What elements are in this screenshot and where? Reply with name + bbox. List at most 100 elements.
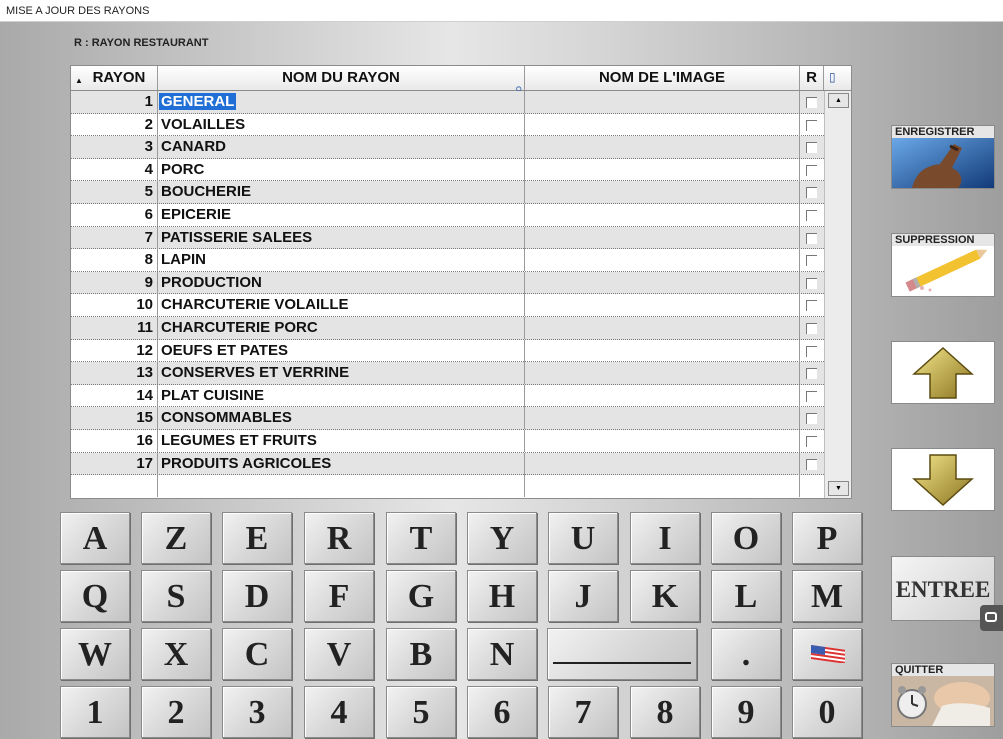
- image-name[interactable]: [525, 181, 800, 204]
- image-name[interactable]: [525, 226, 800, 249]
- r-checkbox[interactable]: [806, 458, 817, 470]
- key-0[interactable]: 0: [792, 686, 862, 738]
- key-w[interactable]: W: [60, 628, 130, 680]
- rayon-name[interactable]: GENERAL: [158, 91, 525, 113]
- image-name[interactable]: [525, 429, 800, 452]
- image-name[interactable]: [525, 136, 800, 159]
- table-row[interactable]: 2 VOLAILLES: [71, 113, 824, 137]
- rayon-name[interactable]: PORC: [158, 158, 525, 181]
- key-e[interactable]: E: [222, 512, 292, 564]
- key-j[interactable]: J: [548, 570, 618, 622]
- key-g[interactable]: G: [386, 570, 456, 622]
- r-checkbox[interactable]: [806, 164, 817, 176]
- r-checkbox-cell[interactable]: [800, 317, 824, 339]
- image-name[interactable]: [525, 407, 800, 430]
- r-checkbox[interactable]: [806, 232, 817, 244]
- image-name[interactable]: [525, 452, 800, 475]
- rayon-name[interactable]: OEUFS ET PATES: [158, 339, 525, 362]
- key-c[interactable]: C: [222, 628, 292, 680]
- table-row[interactable]: 17 PRODUITS AGRICOLES: [71, 452, 824, 476]
- image-name[interactable]: [525, 249, 800, 272]
- r-checkbox[interactable]: [806, 255, 817, 267]
- table-row[interactable]: 6 EPICERIE: [71, 203, 824, 227]
- suppression-button[interactable]: SUPPRESSION: [891, 233, 995, 297]
- key-x[interactable]: X: [141, 628, 211, 680]
- key-a[interactable]: A: [60, 512, 130, 564]
- rayon-name[interactable]: CHARCUTERIE PORC: [158, 316, 525, 339]
- r-checkbox-cell[interactable]: [800, 430, 824, 452]
- key-o[interactable]: O: [711, 512, 781, 564]
- key-4[interactable]: 4: [304, 686, 374, 738]
- r-checkbox[interactable]: [806, 322, 817, 334]
- key-s[interactable]: S: [141, 570, 211, 622]
- r-checkbox[interactable]: [806, 119, 817, 131]
- table-row[interactable]: 15 CONSOMMABLES: [71, 407, 824, 430]
- table-row[interactable]: 3 CANARD: [71, 136, 824, 159]
- table-row[interactable]: 11 CHARCUTERIE PORC: [71, 316, 824, 340]
- key-t[interactable]: T: [386, 512, 456, 564]
- r-checkbox[interactable]: [806, 209, 817, 221]
- r-checkbox-cell[interactable]: [800, 227, 824, 249]
- r-checkbox[interactable]: [806, 435, 817, 447]
- column-header-nom-image[interactable]: NOM DE L'IMAGE: [525, 66, 800, 90]
- r-checkbox-cell[interactable]: [800, 181, 824, 203]
- key-r[interactable]: R: [304, 512, 374, 564]
- key-1[interactable]: 1: [60, 686, 130, 738]
- vertical-scrollbar[interactable]: ▲ ▼: [824, 91, 851, 498]
- rayon-name[interactable]: LEGUMES ET FRUITS: [158, 429, 525, 452]
- key-7[interactable]: 7: [548, 686, 618, 738]
- key-m[interactable]: M: [792, 570, 862, 622]
- column-header-nom-du-rayon[interactable]: NOM DU RAYON ⚲: [158, 66, 525, 95]
- table-row[interactable]: 4 PORC: [71, 158, 824, 182]
- table-row[interactable]: 13 CONSERVES ET VERRINE: [71, 362, 824, 385]
- rayon-table[interactable]: ▲ RAYON NOM DU RAYON ⚲ NOM DE L'IMAGE R …: [70, 65, 852, 499]
- r-checkbox-cell[interactable]: [800, 340, 824, 362]
- key-period[interactable]: .: [711, 628, 781, 680]
- key-h[interactable]: H: [467, 570, 537, 622]
- table-row[interactable]: 10 CHARCUTERIE VOLAILLE: [71, 294, 824, 317]
- key-u[interactable]: U: [548, 512, 618, 564]
- rayon-name[interactable]: CHARCUTERIE VOLAILLE: [158, 294, 525, 317]
- key-q[interactable]: Q: [60, 570, 130, 622]
- r-checkbox-cell[interactable]: [800, 136, 824, 158]
- r-checkbox-cell[interactable]: [800, 204, 824, 226]
- r-checkbox[interactable]: [806, 345, 817, 357]
- rayon-name[interactable]: BOUCHERIE: [158, 181, 525, 204]
- image-name[interactable]: [525, 294, 800, 317]
- key-i[interactable]: I: [630, 512, 700, 564]
- key-n[interactable]: N: [467, 628, 537, 680]
- r-checkbox-cell[interactable]: [800, 294, 824, 316]
- rayon-name[interactable]: LAPIN: [158, 249, 525, 272]
- key-d[interactable]: D: [222, 570, 292, 622]
- key-z[interactable]: Z: [141, 512, 211, 564]
- key-9[interactable]: 9: [711, 686, 781, 738]
- rayon-name[interactable]: CANARD: [158, 136, 525, 159]
- image-name[interactable]: [525, 316, 800, 339]
- table-row[interactable]: 7 PATISSERIE SALEES: [71, 226, 824, 250]
- table-row[interactable]: 16 LEGUMES ET FRUITS: [71, 429, 824, 453]
- key-p[interactable]: P: [792, 512, 862, 564]
- table-row[interactable]: 12 OEUFS ET PATES: [71, 339, 824, 363]
- image-name[interactable]: [525, 271, 800, 294]
- image-name[interactable]: [525, 339, 800, 362]
- r-checkbox-cell[interactable]: [800, 453, 824, 475]
- image-name[interactable]: [525, 203, 800, 226]
- move-down-button[interactable]: [891, 448, 995, 511]
- image-name[interactable]: [525, 362, 800, 385]
- key-b[interactable]: B: [386, 628, 456, 680]
- rayon-name[interactable]: CONSOMMABLES: [158, 407, 525, 430]
- scroll-down-icon[interactable]: ▼: [828, 481, 849, 496]
- image-name[interactable]: [525, 91, 800, 113]
- column-chooser-icon[interactable]: ▯: [829, 70, 836, 84]
- r-checkbox[interactable]: [806, 368, 817, 380]
- rayon-name[interactable]: CONSERVES ET VERRINE: [158, 362, 525, 385]
- r-checkbox[interactable]: [806, 413, 817, 425]
- key-language-flag[interactable]: [792, 628, 862, 680]
- table-row[interactable]: 14 PLAT CUISINE: [71, 384, 824, 408]
- key-v[interactable]: V: [304, 628, 374, 680]
- r-checkbox[interactable]: [806, 187, 817, 199]
- r-checkbox-cell[interactable]: [800, 272, 824, 294]
- key-8[interactable]: 8: [630, 686, 700, 738]
- enregistrer-button[interactable]: ENREGISTRER: [891, 125, 995, 189]
- move-up-button[interactable]: [891, 341, 995, 404]
